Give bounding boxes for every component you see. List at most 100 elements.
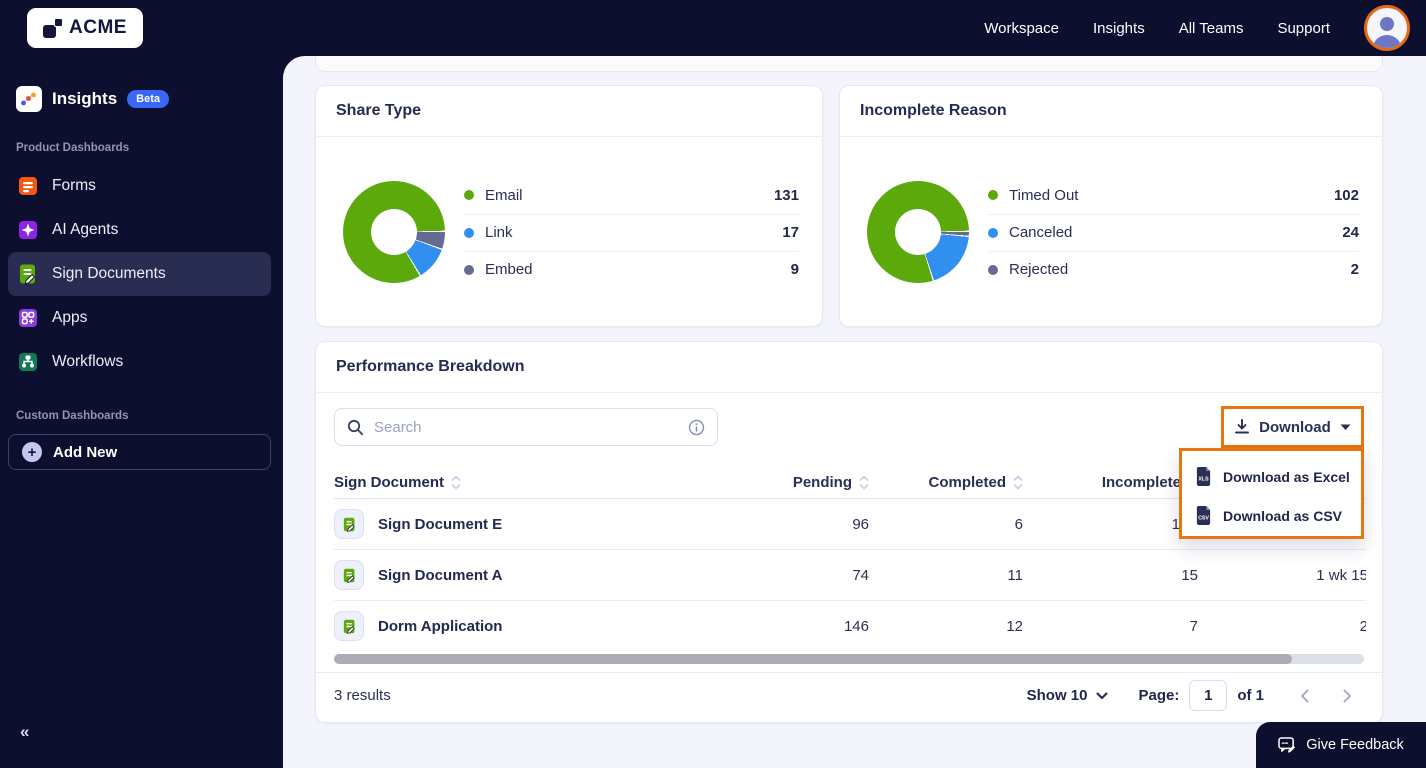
sort-icon xyxy=(451,475,461,489)
sidebar-nav: Forms AI Agents Sign Documents Apps Work… xyxy=(0,164,283,384)
incomplete-reason-donut-chart xyxy=(867,181,969,283)
acme-logo-icon xyxy=(43,18,64,38)
product-dashboards-label: Product Dashboards xyxy=(16,142,130,154)
sort-icon xyxy=(1013,475,1023,489)
page-total-label: of 1 xyxy=(1237,687,1264,704)
sidebar-item-label: Apps xyxy=(52,309,88,326)
sidebar-app-header: Insights Beta xyxy=(16,86,283,112)
page-label: Page: xyxy=(1138,687,1180,704)
svg-text:XLS: XLS xyxy=(1198,477,1209,483)
plus-icon: + xyxy=(22,442,42,462)
sidebar-item-label: Forms xyxy=(52,177,96,194)
email-dot-icon xyxy=(464,190,474,200)
search-box xyxy=(334,408,718,446)
menu-item-download-csv[interactable]: CSV Download as CSV xyxy=(1182,496,1361,535)
forms-icon xyxy=(16,174,40,198)
info-icon[interactable] xyxy=(688,419,705,436)
custom-dashboards-label: Custom Dashboards xyxy=(16,410,129,422)
chevron-down-icon xyxy=(1096,692,1108,699)
add-new-button[interactable]: + Add New xyxy=(8,434,271,470)
column-header-completed[interactable]: Completed xyxy=(869,474,1023,491)
sidebar: ACME Insights Beta Product Dashboards Fo… xyxy=(0,0,283,768)
share-type-title: Share Type xyxy=(316,86,822,137)
embed-dot-icon xyxy=(464,264,474,275)
share-type-card: Share Type Email 131 Link 17 Embed 9 xyxy=(315,85,823,327)
legend-item-embed: Embed 9 xyxy=(464,250,799,288)
topnav-support[interactable]: Support xyxy=(1277,20,1330,37)
table-row[interactable]: Sign Document A 74 11 15 1 wk 15 xyxy=(334,549,1366,600)
scrollbar-thumb[interactable] xyxy=(334,654,1292,664)
csv-file-icon: CSV xyxy=(1196,506,1211,525)
give-feedback-button[interactable]: Give Feedback xyxy=(1256,722,1426,768)
person-icon xyxy=(1373,17,1401,48)
table-toolbar: Download xyxy=(334,406,1364,448)
xls-file-icon: XLS xyxy=(1196,467,1211,486)
sign-document-icon xyxy=(334,560,364,590)
sign-document-icon xyxy=(334,611,364,641)
legend-item-email: Email 131 xyxy=(464,177,799,214)
table-footer: 3 results Show 10 Page: of 1 xyxy=(316,672,1382,718)
ai-agents-icon xyxy=(16,218,40,242)
sidebar-item-label: Sign Documents xyxy=(52,265,166,282)
chevron-left-icon xyxy=(1301,689,1309,702)
legend-item-timed-out: Timed Out 102 xyxy=(988,177,1359,214)
search-input[interactable] xyxy=(374,418,688,436)
rejected-dot-icon xyxy=(988,264,998,275)
sign-document-icon xyxy=(334,509,364,539)
sidebar-item-apps[interactable]: Apps xyxy=(8,296,271,340)
performance-breakdown-card: Performance Breakdown Download xyxy=(315,341,1383,723)
topnav-insights[interactable]: Insights xyxy=(1093,20,1145,37)
top-navigation: Workspace Insights All Teams Support xyxy=(283,0,1426,56)
caret-down-icon xyxy=(1340,424,1351,430)
sidebar-item-workflows[interactable]: Workflows xyxy=(8,340,271,384)
sidebar-item-forms[interactable]: Forms xyxy=(8,164,271,208)
table-row[interactable]: Dorm Application 146 12 7 2 xyxy=(334,600,1366,651)
menu-item-download-excel[interactable]: XLS Download as Excel xyxy=(1182,457,1361,496)
horizontal-scrollbar[interactable] xyxy=(334,654,1364,664)
previous-page-button[interactable] xyxy=(1288,685,1321,707)
app-root: ACME Insights Beta Product Dashboards Fo… xyxy=(0,0,1426,768)
sidebar-item-sign-documents[interactable]: Sign Documents xyxy=(8,252,271,296)
pagination-controls: Show 10 Page: of 1 xyxy=(1027,680,1364,711)
download-dropdown-menu: XLS Download as Excel CSV Download as CS… xyxy=(1179,448,1364,539)
page-number-input[interactable] xyxy=(1189,680,1228,711)
legend-item-link: Link 17 xyxy=(464,213,799,251)
download-button[interactable]: Download xyxy=(1221,406,1364,448)
search-icon xyxy=(347,419,364,435)
sidebar-item-label: Workflows xyxy=(52,353,124,370)
brand-name: ACME xyxy=(69,17,127,38)
content-area: Share Type Email 131 Link 17 Embed 9 Inc… xyxy=(283,56,1426,768)
main-area: Workspace Insights All Teams Support Sha… xyxy=(283,0,1426,768)
topnav-workspace[interactable]: Workspace xyxy=(984,20,1059,37)
column-header-pending[interactable]: Pending xyxy=(754,474,869,491)
user-avatar[interactable] xyxy=(1364,5,1410,51)
canceled-dot-icon xyxy=(988,227,998,238)
share-type-donut-chart xyxy=(343,181,445,283)
next-page-button[interactable] xyxy=(1331,685,1364,707)
sidebar-app-title: Insights xyxy=(52,89,118,108)
show-per-page-select[interactable]: Show 10 xyxy=(1027,687,1109,704)
column-header-incomplete[interactable]: Incomplete xyxy=(1023,474,1198,491)
sidebar-item-label: AI Agents xyxy=(52,221,119,238)
acme-logo[interactable]: ACME xyxy=(27,8,143,48)
sidebar-item-ai-agents[interactable]: AI Agents xyxy=(8,208,271,252)
give-feedback-label: Give Feedback xyxy=(1306,737,1404,753)
chevron-right-icon xyxy=(1343,689,1351,702)
link-dot-icon xyxy=(464,227,474,238)
performance-breakdown-title: Performance Breakdown xyxy=(316,342,1382,393)
results-count: 3 results xyxy=(334,687,391,704)
legend-item-rejected: Rejected 2 xyxy=(988,250,1359,288)
apps-icon xyxy=(16,306,40,330)
share-type-legend: Email 131 Link 17 Embed 9 xyxy=(464,177,799,288)
svg-text:CSV: CSV xyxy=(1198,516,1209,522)
feedback-chat-pencil-icon xyxy=(1278,736,1296,753)
timed-out-dot-icon xyxy=(988,190,998,200)
beta-badge: Beta xyxy=(127,90,170,108)
sort-icon xyxy=(859,475,869,489)
cutoff-card-above xyxy=(315,56,1383,72)
topnav-all-teams[interactable]: All Teams xyxy=(1179,20,1244,37)
incomplete-reason-card: Incomplete Reason Timed Out 102 Canceled… xyxy=(839,85,1383,327)
column-header-sign-document[interactable]: Sign Document xyxy=(334,474,754,491)
sidebar-collapse-button[interactable]: « xyxy=(20,722,29,742)
sign-documents-icon xyxy=(16,262,40,286)
